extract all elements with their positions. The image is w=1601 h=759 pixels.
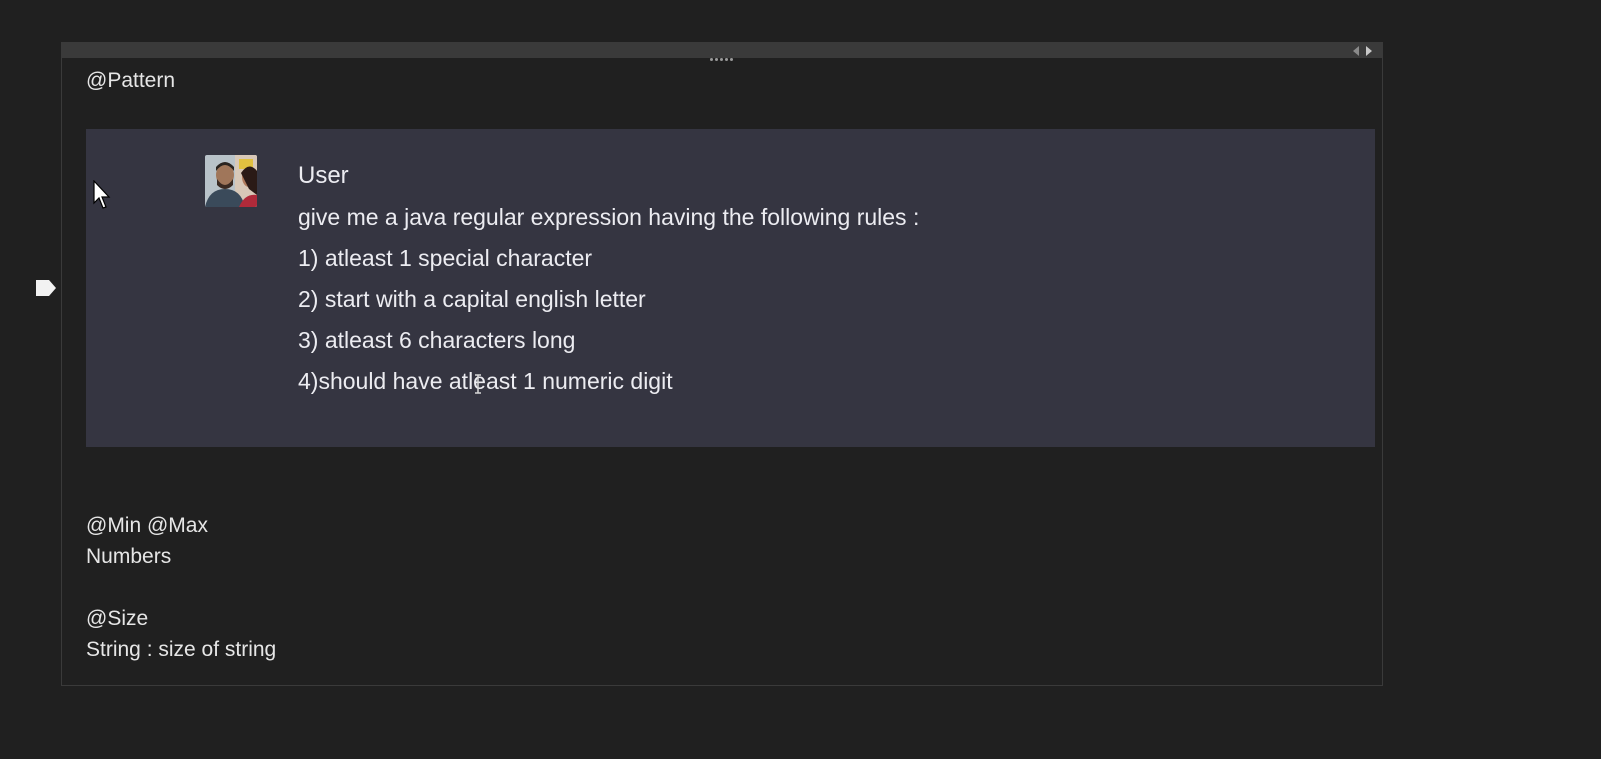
chat-line: 3) atleast 6 characters long xyxy=(298,327,576,353)
chat-line: 1) atleast 1 special character xyxy=(298,245,593,271)
size-heading: @Size xyxy=(86,607,149,630)
ibeam-cursor-icon xyxy=(475,374,481,394)
arrow-left-icon[interactable] xyxy=(1353,46,1359,56)
chat-line: 2) start with a capital english letter xyxy=(298,286,646,312)
note-marker-icon[interactable] xyxy=(35,279,57,297)
container-topbar[interactable] xyxy=(62,43,1382,61)
chat-line: give me a java regular expression having… xyxy=(298,204,920,230)
resize-arrows[interactable] xyxy=(1350,45,1376,56)
note-container[interactable]: @Pattern User give me a java regular exp xyxy=(61,42,1383,686)
arrow-right-icon[interactable] xyxy=(1366,46,1372,56)
drag-handle-icon[interactable] xyxy=(710,48,736,61)
pattern-heading: @Pattern xyxy=(86,69,176,92)
min-max-desc: Numbers xyxy=(86,545,172,568)
chat-line: 4)should have atleast 1 numeric digit xyxy=(298,368,673,394)
chat-author: User xyxy=(298,162,349,189)
cursor-icon xyxy=(93,180,111,209)
min-max-heading: @Min @Max xyxy=(86,514,208,537)
onenote-page: @Pattern User give me a java regular exp xyxy=(0,0,1601,759)
size-desc: String : size of string xyxy=(86,638,277,661)
avatar xyxy=(205,155,257,207)
pasted-chat-panel: User give me a java regular expression h… xyxy=(86,129,1375,447)
